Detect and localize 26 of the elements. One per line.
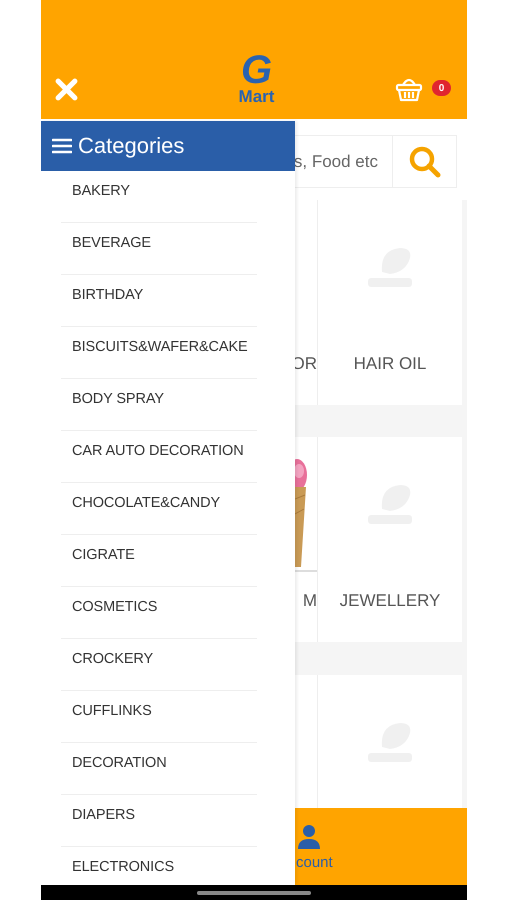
logo-mark: G <box>240 52 272 88</box>
logo-name: Mart <box>238 88 274 106</box>
category-item[interactable]: BODY SPRAY <box>61 379 257 431</box>
category-item[interactable]: CAR AUTO DECORATION <box>61 431 257 483</box>
cart-count-badge: 0 <box>432 80 451 96</box>
category-item[interactable]: COSMETICS <box>61 587 257 639</box>
product-name[interactable]: M <box>295 591 317 642</box>
category-item[interactable]: CHOCOLATE&CANDY <box>61 483 257 535</box>
user-icon[interactable] <box>297 824 321 850</box>
product-name[interactable]: HAIR OIL <box>354 354 426 405</box>
search-icon[interactable] <box>408 144 442 178</box>
search-field[interactable]: s, Food etc <box>295 135 457 188</box>
drawer-title: Categories <box>78 133 184 159</box>
close-icon[interactable] <box>54 77 79 102</box>
category-item[interactable]: BAKERY <box>61 171 257 223</box>
category-item[interactable]: DIAPERS <box>61 795 257 847</box>
product-name[interactable]: JEWELLERY <box>340 591 440 642</box>
category-item[interactable]: BISCUITS&WAFER&CAKE <box>61 327 257 379</box>
category-item[interactable]: DECORATION <box>61 743 257 795</box>
home-indicator[interactable] <box>197 890 311 894</box>
category-item[interactable]: CUFFLINKS <box>61 691 257 743</box>
category-item[interactable]: CIGRATE <box>61 535 257 587</box>
category-item[interactable]: BEVERAGE <box>61 223 257 275</box>
category-item[interactable]: BIRTHDAY <box>61 275 257 327</box>
menu-icon[interactable] <box>52 138 72 154</box>
category-item[interactable]: CROCKERY <box>61 639 257 691</box>
